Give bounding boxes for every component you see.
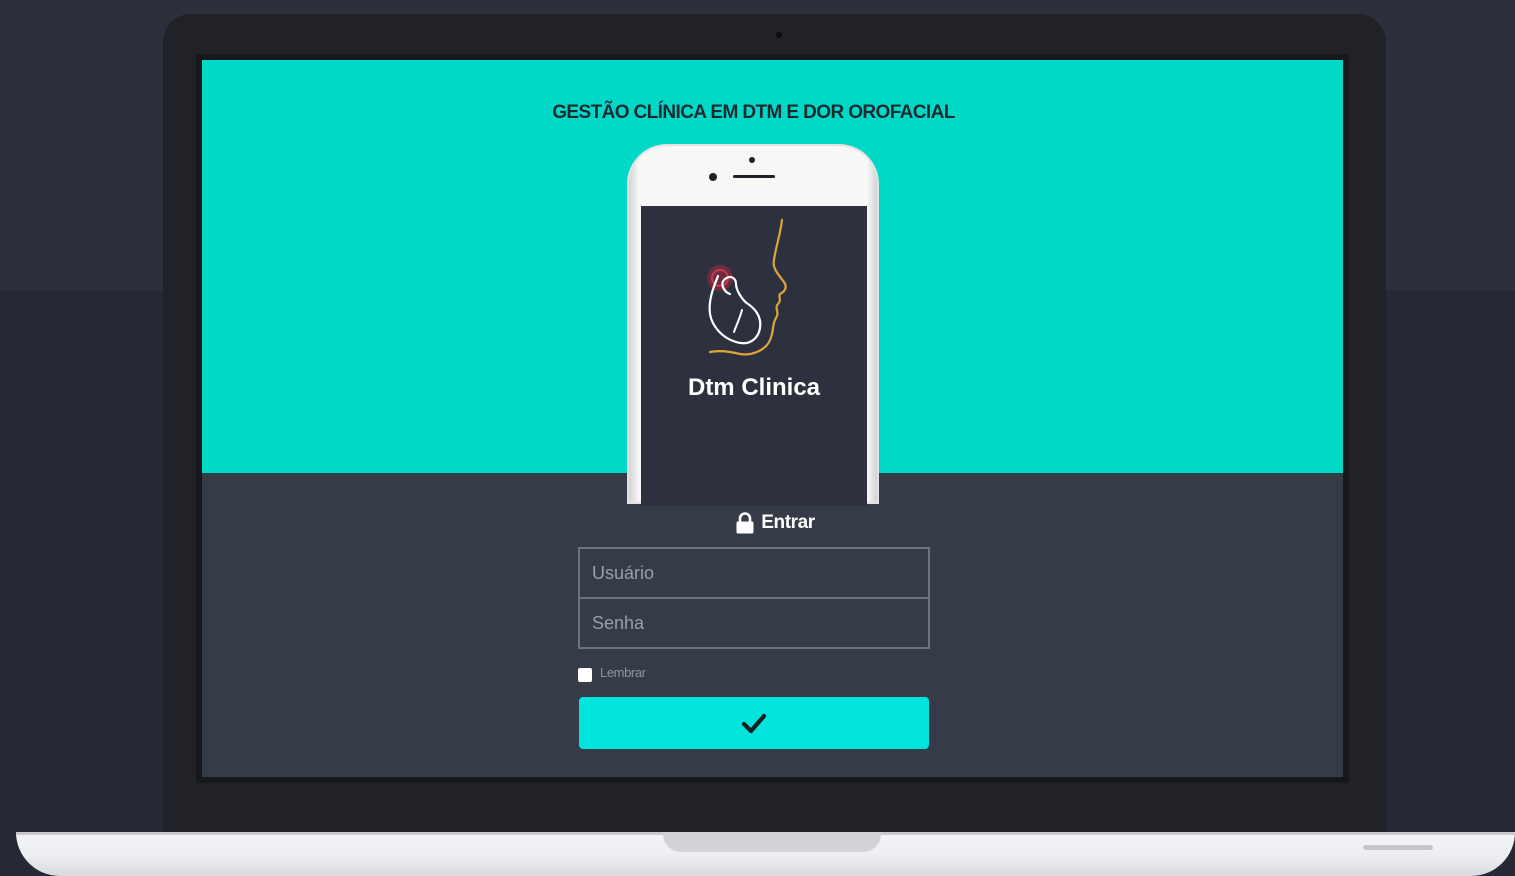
webcam (776, 32, 782, 38)
remember-checkbox[interactable] (578, 668, 592, 682)
hero-banner: GESTÃO CLÍNICA EM DTM E DOR OROFACIAL Dt… (202, 60, 1343, 506)
laptop-indicator-light (1363, 845, 1433, 850)
password-input[interactable] (580, 599, 928, 647)
login-title: Entrar (761, 512, 815, 533)
phone-sensor (709, 173, 717, 181)
phone-mockup: Dtm Clinica (627, 144, 879, 506)
phone-camera (749, 157, 755, 163)
username-field[interactable] (578, 547, 930, 599)
laptop-hinge-notch (663, 832, 881, 852)
app-name: Dtm Clinica (687, 374, 821, 401)
lock-icon (736, 512, 754, 534)
login-submit-button[interactable] (579, 697, 929, 749)
phone-screen: Dtm Clinica (641, 206, 867, 506)
hero-tagline: GESTÃO CLÍNICA EM DTM E DOR OROFACIAL (552, 102, 955, 123)
app-screen: GESTÃO CLÍNICA EM DTM E DOR OROFACIAL Dt… (202, 60, 1343, 777)
face-profile-logo-icon (707, 218, 787, 356)
login-heading: Entrar (680, 512, 870, 534)
remember-me[interactable]: Lembrar (578, 662, 646, 682)
username-input[interactable] (580, 549, 928, 597)
check-icon (741, 713, 767, 734)
phone-speaker (733, 175, 775, 178)
password-field[interactable] (578, 597, 930, 649)
remember-label: Lembrar (600, 664, 646, 680)
